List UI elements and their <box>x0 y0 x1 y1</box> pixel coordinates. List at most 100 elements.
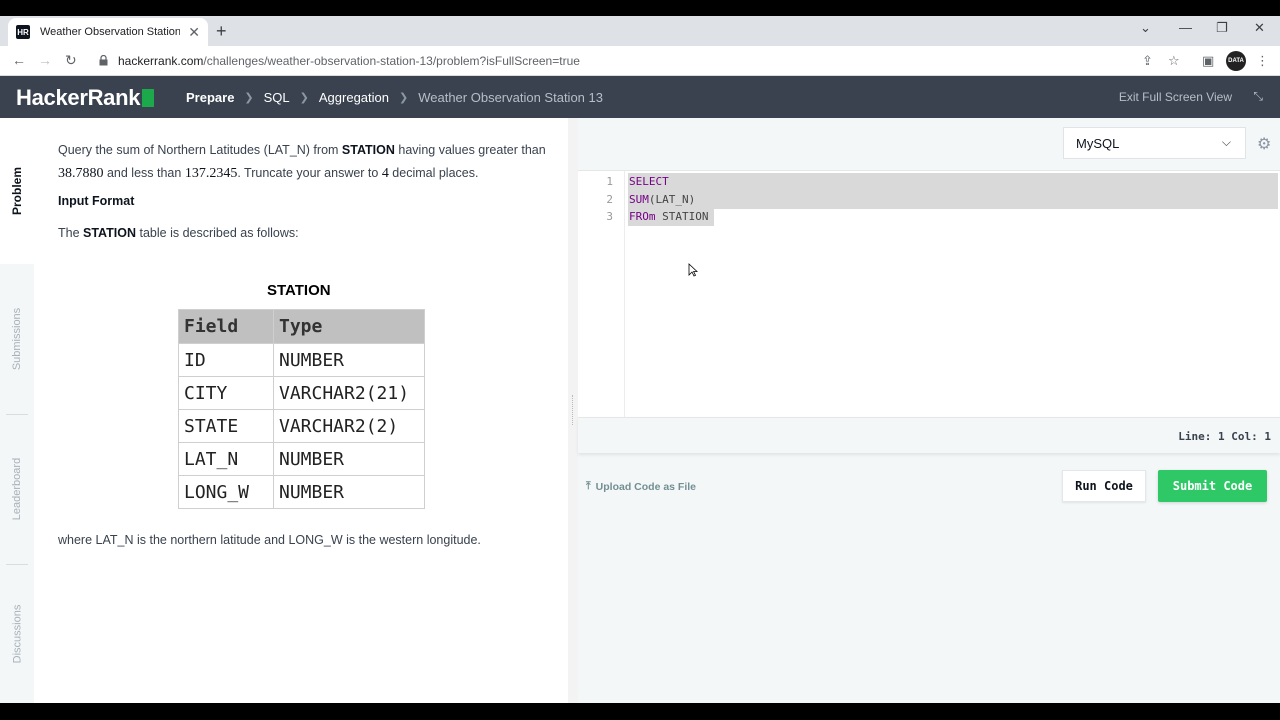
tab-discussions[interactable]: Discussions <box>0 564 34 703</box>
sql-text: STATION <box>655 210 709 223</box>
type-cell: NUMBER <box>273 343 425 377</box>
desc-text: having values greater than <box>394 143 546 157</box>
url-field[interactable]: hackerrank.com/challenges/weather-observ… <box>118 54 580 68</box>
browser-menu-icon[interactable]: ⋮ <box>1256 53 1269 69</box>
desc-text: and less than <box>103 166 185 180</box>
reload-icon[interactable]: ↻ <box>65 52 77 69</box>
side-tabs: Problem Submissions Leaderboard Discussi… <box>0 118 34 703</box>
field-cell: LAT_N <box>178 442 274 476</box>
minimize-icon[interactable]: — <box>1179 20 1192 35</box>
cursor-position: Line: 1 Col: 1 <box>1178 430 1271 443</box>
tab-leaderboard-label: Leaderboard <box>11 457 24 521</box>
sql-keyword: FROm <box>629 210 656 223</box>
chevron-right-icon: ❯ <box>244 92 254 104</box>
input-format-heading: Input Format <box>58 194 135 208</box>
bookmark-star-icon[interactable]: ☆ <box>1168 53 1180 69</box>
language-select[interactable]: MySQL ⌵ <box>1063 127 1246 159</box>
line-number-gutter: 1 2 3 <box>578 171 625 418</box>
sql-function: SUM <box>629 193 649 206</box>
station-table-title: STATION <box>267 282 331 299</box>
window-close-icon[interactable]: ✕ <box>1254 20 1265 36</box>
desc-text: The <box>58 226 84 240</box>
logo-text: HackerRank <box>16 85 141 110</box>
chevron-right-icon: ❯ <box>399 92 409 104</box>
address-bar: ← → ↻ hackerrank.com/challenges/weather-… <box>0 46 1280 76</box>
table-header-row: Field Type <box>178 309 425 344</box>
mouse-pointer-icon <box>688 263 698 277</box>
editor-panel: MySQL ⌵ ⚙ 1 2 3 SELECT SUM(LAT_N) FROm S… <box>578 118 1280 703</box>
tab-submissions-label: Submissions <box>11 307 24 371</box>
upload-label: Upload Code as File <box>595 480 697 493</box>
share-icon[interactable]: ⇪ <box>1142 53 1153 69</box>
field-cell: CITY <box>178 376 274 410</box>
tab-search-chevron-icon[interactable]: ⌄ <box>1140 20 1151 36</box>
line-number: 2 <box>606 193 613 206</box>
code-line[interactable]: SUM(LAT_N) <box>628 191 1278 209</box>
column-header: Type <box>273 309 425 344</box>
hackerrank-header: HackerRank Prepare ❯ SQL ❯ Aggregation ❯… <box>0 76 1280 118</box>
exit-fullscreen-link[interactable]: Exit Full Screen View <box>1119 90 1232 104</box>
upper-bound-value: 137.2345 <box>184 166 238 181</box>
tab-problem[interactable]: Problem <box>0 118 34 264</box>
forward-icon[interactable]: → <box>38 52 52 68</box>
chevron-down-icon: ⌵ <box>1221 135 1231 149</box>
code-line[interactable]: FROm STATION <box>628 208 714 226</box>
table-row: LONG_W NUMBER <box>178 475 425 509</box>
editor-toolbar: MySQL ⌵ ⚙ <box>578 118 1280 170</box>
screen-top-border <box>0 0 1280 16</box>
url-path: /challenges/weather-observation-station-… <box>203 54 580 68</box>
breadcrumb-prepare[interactable]: Prepare <box>186 90 234 105</box>
where-note: where LAT_N is the northern latitude and… <box>58 533 481 547</box>
tab-leaderboard[interactable]: Leaderboard <box>0 414 34 564</box>
column-header: Field <box>178 309 274 344</box>
field-cell: ID <box>178 343 274 377</box>
side-panel-icon[interactable]: ▣ <box>1202 53 1214 69</box>
submit-code-button[interactable]: Submit Code <box>1158 470 1267 502</box>
hackerrank-favicon-icon: HR <box>16 25 30 39</box>
gear-icon[interactable]: ⚙ <box>1257 134 1271 154</box>
upload-code-link[interactable]: ⤒ Upload Code as File <box>586 480 696 493</box>
sql-text: (LAT_N) <box>648 193 696 206</box>
type-cell: VARCHAR2(21) <box>273 376 425 410</box>
desc-text: Query the sum of Northern Latitudes (LAT… <box>58 143 342 157</box>
browser-tabstrip: HR Weather Observation Station 13 ✕ + ⌄ … <box>0 16 1280 46</box>
tab-submissions[interactable]: Submissions <box>0 264 34 414</box>
tab-close-icon[interactable]: ✕ <box>188 24 200 41</box>
maximize-icon[interactable]: ❐ <box>1216 20 1228 36</box>
browser-tab-title: Weather Observation Station 13 <box>40 26 180 38</box>
desc-text: table is described as follows: <box>136 226 299 240</box>
hackerrank-logo[interactable]: HackerRank <box>16 85 155 111</box>
run-code-button[interactable]: Run Code <box>1062 470 1146 502</box>
tab-discussions-label: Discussions <box>11 604 23 663</box>
decimal-places-value: 4 <box>381 166 389 181</box>
editor-status-bar: Line: 1 Col: 1 <box>578 417 1280 453</box>
upload-icon: ⤒ <box>586 480 591 492</box>
collapse-icon[interactable]: ⤡ <box>1253 89 1263 104</box>
code-editor[interactable]: 1 2 3 SELECT SUM(LAT_N) FROm STATION <box>578 170 1280 418</box>
table-row: CITY VARCHAR2(21) <box>178 376 425 410</box>
breadcrumb-current: Weather Observation Station 13 <box>418 90 603 105</box>
logo-block-icon <box>142 89 155 107</box>
lock-icon[interactable] <box>99 55 108 66</box>
back-icon[interactable]: ← <box>12 52 26 68</box>
table-row: STATE VARCHAR2(2) <box>178 409 425 443</box>
browser-tab[interactable]: HR Weather Observation Station 13 ✕ <box>8 18 208 46</box>
lower-bound-value: 38.7880 <box>58 166 104 181</box>
breadcrumb-sql[interactable]: SQL <box>264 90 290 105</box>
station-keyword: STATION <box>341 143 395 157</box>
line-number: 3 <box>606 210 613 223</box>
breadcrumb-aggregation[interactable]: Aggregation <box>319 90 389 105</box>
url-domain: hackerrank.com <box>118 54 204 68</box>
desc-text: . Truncate your answer to <box>237 166 382 180</box>
field-cell: LONG_W <box>178 475 274 509</box>
type-cell: NUMBER <box>273 442 425 476</box>
line-number: 1 <box>606 175 613 188</box>
problem-description: Query the sum of Northern Latitudes (LAT… <box>58 139 548 185</box>
table-row: ID NUMBER <box>178 343 425 377</box>
screen-bottom-border <box>0 703 1280 720</box>
chevron-right-icon: ❯ <box>299 92 309 104</box>
splitter-grip-icon[interactable] <box>572 395 574 425</box>
new-tab-icon[interactable]: + <box>216 21 227 42</box>
profile-avatar[interactable]: DATA <box>1226 51 1246 71</box>
code-line[interactable]: SELECT <box>628 173 1278 191</box>
